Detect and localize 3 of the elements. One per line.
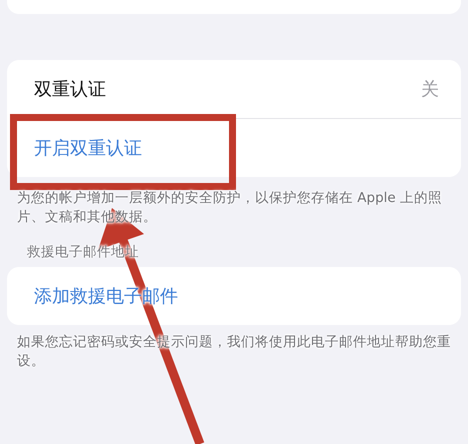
- enable-two-factor-link[interactable]: 开启双重认证: [34, 136, 142, 160]
- row-value: 关: [421, 78, 439, 101]
- row-title: 双重认证: [34, 78, 106, 101]
